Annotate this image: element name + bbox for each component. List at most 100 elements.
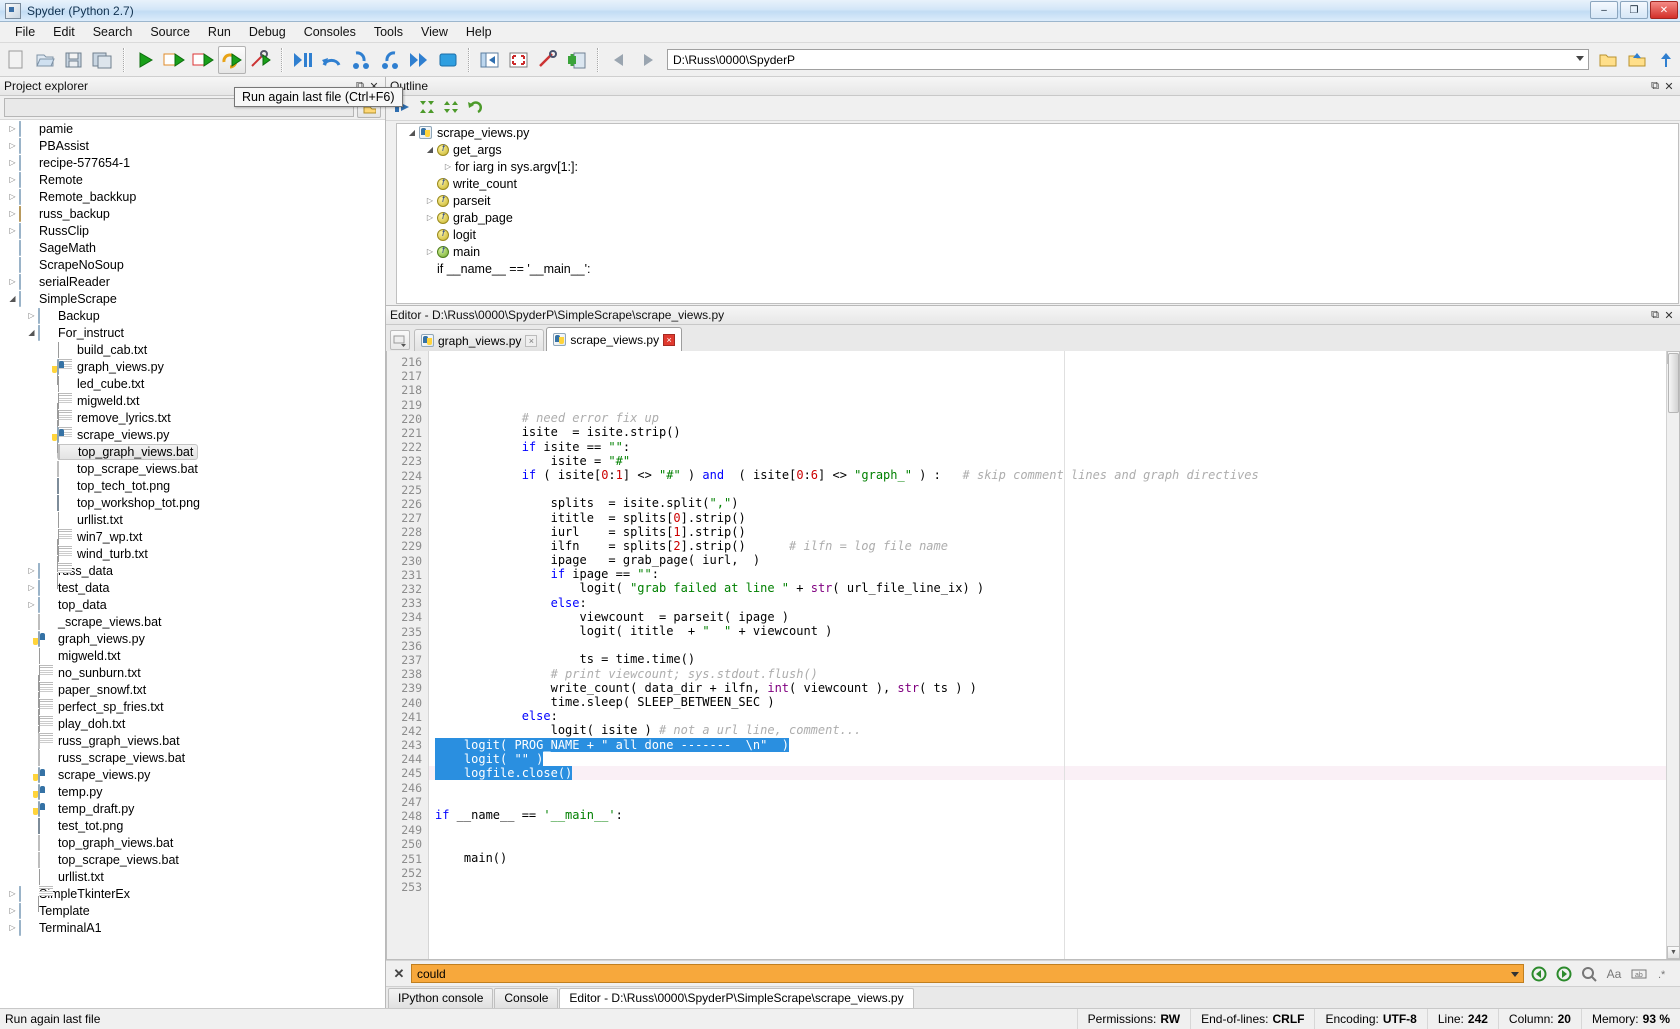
- editor-tab-scrape-views[interactable]: scrape_views.py ×: [546, 327, 682, 351]
- chevron-down-icon[interactable]: [1576, 56, 1584, 61]
- save-all-button[interactable]: [89, 46, 117, 74]
- code-line[interactable]: [429, 638, 1666, 652]
- chevron-right-icon[interactable]: [6, 124, 19, 133]
- expand-all-icon[interactable]: [442, 99, 460, 118]
- code-line[interactable]: else:: [429, 596, 1666, 610]
- project-tree-item[interactable]: scrape_views.py: [0, 766, 385, 783]
- find-bar[interactable]: ✕ could Aa ab .*: [386, 960, 1680, 986]
- menu-source[interactable]: Source: [141, 23, 199, 41]
- menu-edit[interactable]: Edit: [44, 23, 84, 41]
- project-tree-item[interactable]: top_scrape_views.bat: [0, 460, 385, 477]
- collapse-all-icon[interactable]: [418, 99, 436, 118]
- code-line[interactable]: [429, 823, 1666, 837]
- project-tree-item[interactable]: Backup: [0, 307, 385, 324]
- restore-tree-icon[interactable]: [466, 99, 482, 118]
- debug-step-over-button[interactable]: [318, 46, 346, 74]
- outline-tree-item[interactable]: if __name__ == '__main__':: [397, 260, 1678, 277]
- code-line[interactable]: if isite == "":: [429, 440, 1666, 454]
- project-tree-item[interactable]: top_tech_tot.png: [0, 477, 385, 494]
- project-tree-item[interactable]: Remote: [0, 171, 385, 188]
- save-file-button[interactable]: [60, 46, 88, 74]
- path-back-icon[interactable]: [605, 46, 633, 74]
- project-tree-item[interactable]: serialReader: [0, 273, 385, 290]
- pythonpath-manager-button[interactable]: [563, 46, 591, 74]
- chevron-right-icon[interactable]: [6, 906, 19, 915]
- editor-undock-icon[interactable]: ⧉: [1648, 308, 1662, 322]
- working-directory-combobox[interactable]: D:\Russ\0000\SpyderP: [667, 49, 1589, 70]
- chevron-right-icon[interactable]: [6, 226, 19, 235]
- project-tree-item[interactable]: RussClip: [0, 222, 385, 239]
- code-line[interactable]: ts = time.time(): [429, 652, 1666, 666]
- project-explorer-tree[interactable]: pamiePBAssistrecipe-577654-1RemoteRemote…: [0, 120, 385, 1008]
- code-line[interactable]: [429, 482, 1666, 496]
- maximize-button[interactable]: ❐: [1620, 1, 1648, 19]
- chevron-right-icon[interactable]: [423, 196, 437, 205]
- tab-console[interactable]: Console: [494, 988, 558, 1008]
- code-line[interactable]: if ipage == "":: [429, 567, 1666, 581]
- parent-directory-button[interactable]: [1623, 46, 1651, 74]
- scroll-down-icon[interactable]: ▼: [1667, 946, 1680, 959]
- code-line[interactable]: isite = "#": [429, 454, 1666, 468]
- window-controls[interactable]: – ❐ ✕: [1590, 1, 1678, 19]
- debug-button[interactable]: [289, 46, 317, 74]
- find-previous-icon[interactable]: [1529, 964, 1549, 984]
- code-line[interactable]: [429, 894, 1666, 908]
- code-line[interactable]: # need error fix up: [429, 411, 1666, 425]
- whole-word-icon[interactable]: ab: [1629, 964, 1649, 984]
- project-tree-item[interactable]: urllist.txt: [0, 868, 385, 885]
- menu-tools[interactable]: Tools: [365, 23, 412, 41]
- code-line[interactable]: else:: [429, 709, 1666, 723]
- project-tree-item[interactable]: scrape_views.py: [0, 426, 385, 443]
- debug-continue-button[interactable]: [405, 46, 433, 74]
- project-tree-item[interactable]: remove_lyrics.txt: [0, 409, 385, 426]
- project-tree-item[interactable]: SageMath: [0, 239, 385, 256]
- new-file-button[interactable]: [2, 46, 30, 74]
- code-line[interactable]: logit( "grab failed at line " + str( url…: [429, 581, 1666, 595]
- add-directory-button[interactable]: [1652, 46, 1680, 74]
- close-button[interactable]: ✕: [1650, 1, 1678, 19]
- project-tree-item[interactable]: PBAssist: [0, 137, 385, 154]
- project-tree-item[interactable]: top_workshop_tot.png: [0, 494, 385, 511]
- run-cell-advance-button[interactable]: [189, 46, 217, 74]
- code-line[interactable]: splits = isite.split(","): [429, 496, 1666, 510]
- debug-step-return-button[interactable]: [376, 46, 404, 74]
- case-sensitive-icon[interactable]: Aa: [1604, 964, 1624, 984]
- maximize-pane-button[interactable]: [476, 46, 504, 74]
- code-line[interactable]: [429, 922, 1666, 936]
- outline-close-icon[interactable]: ✕: [1662, 79, 1676, 93]
- chevron-right-icon[interactable]: [6, 277, 19, 286]
- project-tree-item[interactable]: graph_views.py: [0, 358, 385, 375]
- project-tree-item[interactable]: test_tot.png: [0, 817, 385, 834]
- editor-close-icon[interactable]: ✕: [1662, 308, 1676, 322]
- project-tree-item[interactable]: top_graph_views.bat: [0, 834, 385, 851]
- project-tree-item[interactable]: _scrape_views.bat: [0, 613, 385, 630]
- outline-tree-item[interactable]: get_args: [397, 141, 1678, 158]
- menu-bar[interactable]: File Edit Search Source Run Debug Consol…: [0, 22, 1680, 43]
- debug-stop-button[interactable]: [434, 46, 462, 74]
- outline-toolbar[interactable]: [386, 96, 1680, 121]
- code-line[interactable]: isite = isite.strip(): [429, 425, 1666, 439]
- project-tree-item[interactable]: migweld.txt: [0, 392, 385, 409]
- find-next-icon[interactable]: [1554, 964, 1574, 984]
- editor-tab-graph-views[interactable]: graph_views.py ×: [414, 329, 544, 351]
- project-tree-item[interactable]: Remote_backkup: [0, 188, 385, 205]
- code-line[interactable]: iurl = splits[1].strip(): [429, 525, 1666, 539]
- menu-help[interactable]: Help: [457, 23, 501, 41]
- outline-tree-item[interactable]: write_count: [397, 175, 1678, 192]
- code-line[interactable]: [429, 780, 1666, 794]
- project-tree-item[interactable]: graph_views.py: [0, 630, 385, 647]
- outline-tree[interactable]: scrape_views.pyget_argsfor iarg in sys.a…: [396, 123, 1679, 304]
- path-forward-icon[interactable]: [634, 46, 662, 74]
- project-tree-item[interactable]: perfect_sp_fries.txt: [0, 698, 385, 715]
- code-line[interactable]: [429, 397, 1666, 411]
- chevron-down-icon[interactable]: [405, 128, 419, 137]
- toolbar[interactable]: D:\Russ\0000\SpyderP: [0, 43, 1680, 77]
- code-line[interactable]: ipage = grab_page( iurl, ): [429, 553, 1666, 567]
- chevron-right-icon[interactable]: [6, 923, 19, 932]
- code-line[interactable]: viewcount = parseit( ipage ): [429, 610, 1666, 624]
- project-tree-item[interactable]: temp_draft.py: [0, 800, 385, 817]
- chevron-down-icon[interactable]: [25, 328, 38, 337]
- project-tree-item[interactable]: no_sunburn.txt: [0, 664, 385, 681]
- preferences-button[interactable]: [534, 46, 562, 74]
- chevron-right-icon[interactable]: [6, 192, 19, 201]
